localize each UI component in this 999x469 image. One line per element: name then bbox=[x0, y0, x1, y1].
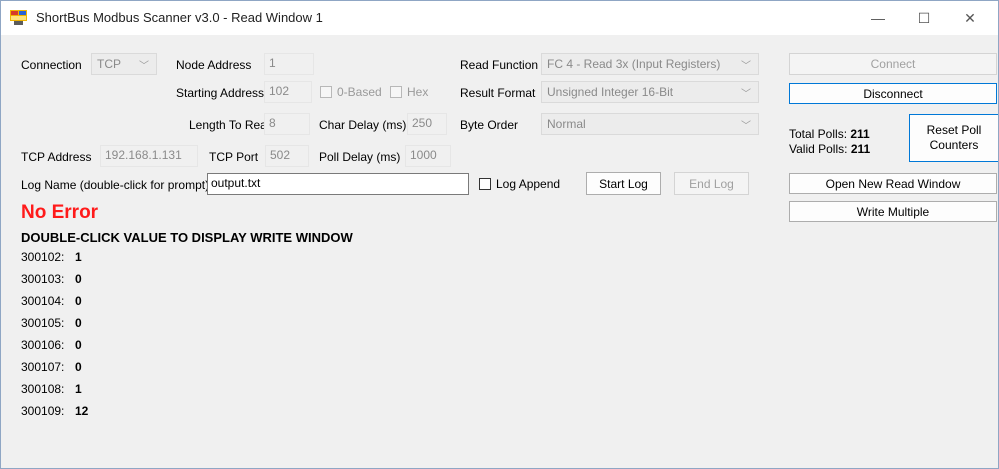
window-title: ShortBus Modbus Scanner v3.0 - Read Wind… bbox=[36, 10, 323, 25]
close-icon: ✕ bbox=[964, 9, 976, 26]
checkbox-icon bbox=[320, 86, 332, 98]
log-name-value: output.txt bbox=[211, 176, 261, 190]
register-row[interactable]: 300109: 12 bbox=[21, 404, 88, 426]
register-address: 300105: bbox=[21, 316, 65, 330]
register-row[interactable]: 300106: 0 bbox=[21, 338, 82, 360]
hex-checkbox[interactable]: Hex bbox=[390, 85, 428, 99]
error-status: No Error bbox=[21, 202, 99, 223]
connection-value: TCP bbox=[97, 57, 121, 71]
register-value[interactable]: 1 bbox=[75, 250, 82, 264]
valid-polls-value: 211 bbox=[850, 142, 871, 156]
register-address: 300109: bbox=[21, 404, 65, 418]
connect-button[interactable]: Connect bbox=[789, 53, 997, 75]
byte-order-value: Normal bbox=[547, 117, 586, 131]
register-value[interactable]: 1 bbox=[75, 382, 82, 396]
char-delay-value: 250 bbox=[412, 116, 433, 130]
maximize-icon: ☐ bbox=[917, 9, 931, 26]
result-format-value: Unsigned Integer 16-Bit bbox=[547, 85, 674, 99]
total-polls-value: 211 bbox=[850, 127, 870, 141]
register-value[interactable]: 12 bbox=[75, 404, 88, 418]
register-value[interactable]: 0 bbox=[75, 316, 82, 330]
node-address-label: Node Address bbox=[176, 58, 252, 72]
result-format-label: Result Format bbox=[460, 86, 536, 100]
char-delay-field[interactable]: 250 bbox=[407, 113, 447, 135]
register-address: 300102: bbox=[21, 250, 65, 264]
read-function-label: Read Function bbox=[460, 58, 539, 72]
register-address: 300108: bbox=[21, 382, 65, 396]
close-button[interactable]: ✕ bbox=[947, 1, 993, 35]
register-address: 300104: bbox=[21, 294, 65, 308]
poll-delay-value: 1000 bbox=[410, 148, 437, 162]
read-window: ShortBus Modbus Scanner v3.0 - Read Wind… bbox=[0, 0, 999, 469]
node-address-value: 1 bbox=[269, 56, 276, 70]
checkbox-icon bbox=[390, 86, 402, 98]
register-value[interactable]: 0 bbox=[75, 338, 82, 352]
write-multiple-button[interactable]: Write Multiple bbox=[789, 201, 997, 222]
title-bar[interactable]: ShortBus Modbus Scanner v3.0 - Read Wind… bbox=[1, 1, 998, 35]
tcp-address-field[interactable]: 192.168.1.131 bbox=[100, 145, 198, 167]
register-row[interactable]: 300105: 0 bbox=[21, 316, 82, 338]
register-row[interactable]: 300104: 0 bbox=[21, 294, 82, 316]
maximize-button[interactable]: ☐ bbox=[901, 1, 947, 35]
read-function-value: FC 4 - Read 3x (Input Registers) bbox=[547, 57, 721, 71]
tcp-address-value: 192.168.1.131 bbox=[105, 148, 182, 162]
log-append-checkbox[interactable]: Log Append bbox=[479, 177, 560, 191]
starting-address-value: 102 bbox=[269, 84, 290, 98]
result-format-select[interactable]: Unsigned Integer 16-Bit ﹀ bbox=[541, 81, 759, 103]
tcp-port-field[interactable]: 502 bbox=[265, 145, 309, 167]
register-row[interactable]: 300102: 1 bbox=[21, 250, 82, 272]
hex-label: Hex bbox=[407, 85, 429, 99]
read-function-select[interactable]: FC 4 - Read 3x (Input Registers) ﹀ bbox=[541, 53, 759, 75]
valid-polls-label: Valid Polls: bbox=[789, 142, 848, 156]
tcp-port-label: TCP Port bbox=[209, 150, 259, 164]
minimize-button[interactable]: — bbox=[855, 1, 901, 35]
zero-based-label: 0-Based bbox=[337, 85, 382, 99]
log-name-input[interactable]: output.txt bbox=[207, 173, 469, 195]
register-address: 300107: bbox=[21, 360, 65, 374]
register-value[interactable]: 0 bbox=[75, 294, 82, 308]
checkbox-icon bbox=[479, 178, 491, 190]
chevron-down-icon: ﹀ bbox=[139, 61, 149, 72]
register-value[interactable]: 0 bbox=[75, 360, 82, 374]
char-delay-label: Char Delay (ms) bbox=[319, 118, 407, 132]
poll-delay-label: Poll Delay (ms) bbox=[319, 150, 401, 164]
open-new-read-window-button[interactable]: Open New Read Window bbox=[789, 173, 997, 194]
reset-poll-counters-button[interactable]: Reset Poll Counters bbox=[909, 114, 998, 162]
tcp-address-label: TCP Address bbox=[21, 150, 92, 164]
end-log-button[interactable]: End Log bbox=[674, 172, 749, 195]
total-polls: Total Polls: 211 bbox=[789, 127, 870, 141]
start-log-button[interactable]: Start Log bbox=[586, 172, 661, 195]
total-polls-label: Total Polls: bbox=[789, 127, 848, 141]
chevron-down-icon: ﹀ bbox=[741, 61, 751, 72]
valid-polls: Valid Polls: 211 bbox=[789, 142, 870, 156]
poll-delay-field[interactable]: 1000 bbox=[405, 145, 451, 167]
minimize-icon: — bbox=[871, 10, 885, 26]
byte-order-label: Byte Order bbox=[460, 118, 519, 132]
node-address-field[interactable]: 1 bbox=[264, 53, 314, 75]
chevron-down-icon: ﹀ bbox=[741, 121, 751, 132]
starting-address-label: Starting Address bbox=[176, 86, 265, 100]
app-icon bbox=[10, 10, 27, 25]
byte-order-select[interactable]: Normal ﹀ bbox=[541, 113, 759, 135]
register-row[interactable]: 300107: 0 bbox=[21, 360, 82, 382]
starting-address-field[interactable]: 102 bbox=[264, 81, 312, 103]
write-window-hint: DOUBLE-CLICK VALUE TO DISPLAY WRITE WIND… bbox=[21, 230, 353, 245]
length-to-read-value: 8 bbox=[269, 116, 276, 130]
zero-based-checkbox[interactable]: 0-Based bbox=[320, 85, 382, 99]
register-address: 300103: bbox=[21, 272, 65, 286]
tcp-port-value: 502 bbox=[270, 148, 291, 162]
register-address: 300106: bbox=[21, 338, 65, 352]
log-append-label: Log Append bbox=[496, 177, 561, 191]
register-row[interactable]: 300108: 1 bbox=[21, 382, 82, 404]
connection-label: Connection bbox=[21, 58, 82, 72]
length-to-read-field[interactable]: 8 bbox=[264, 113, 310, 135]
connection-select[interactable]: TCP ﹀ bbox=[91, 53, 157, 75]
disconnect-button[interactable]: Disconnect bbox=[789, 83, 997, 104]
length-to-read-label: Length To Read bbox=[189, 118, 274, 132]
log-name-label[interactable]: Log Name (double-click for prompt) bbox=[21, 178, 209, 192]
register-value[interactable]: 0 bbox=[75, 272, 82, 286]
chevron-down-icon: ﹀ bbox=[741, 89, 751, 100]
register-row[interactable]: 300103: 0 bbox=[21, 272, 82, 294]
